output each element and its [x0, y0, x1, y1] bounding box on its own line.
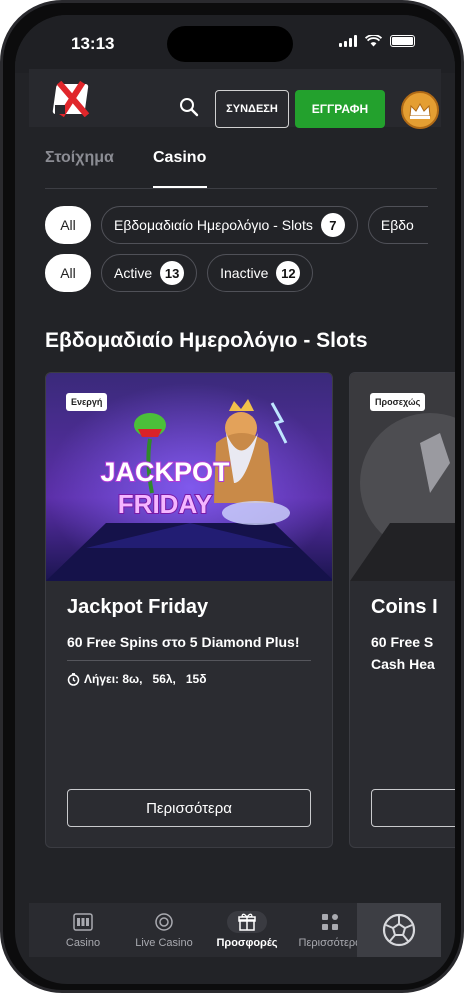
app-header: ΣΥΝΔΕΣΗ ΕΓΓΡΑΦΗ: [29, 69, 441, 129]
search-icon[interactable]: [179, 97, 199, 117]
chip-label: Εβδο: [380, 217, 414, 233]
card-description-line: 60 Free S: [371, 634, 434, 650]
chip-count: 7: [320, 213, 345, 237]
tab-sports[interactable]: Στοίχημα: [45, 149, 114, 167]
dynamic-island: [167, 26, 293, 62]
nav-label: Προσφορές: [216, 937, 278, 949]
status-chip-active[interactable]: Active 13: [101, 254, 198, 292]
status-badge: Ενεργή: [66, 393, 108, 411]
timer-icon: [67, 672, 80, 686]
card-description: 60 Free S Cash Hea: [371, 631, 455, 675]
expiry-row: Λήγει: 8ω, 56λ, 15δ: [67, 672, 207, 686]
grid-icon: [320, 911, 340, 933]
card-description: 60 Free Spins στο 5 Diamond Plus!: [67, 634, 300, 650]
status-chip-inactive[interactable]: Inactive 12: [207, 254, 314, 292]
login-button[interactable]: ΣΥΝΔΕΣΗ: [215, 90, 289, 128]
more-button[interactable]: [371, 789, 455, 827]
card-description-line: Cash Hea: [371, 656, 435, 672]
nav-label: Live Casino: [135, 937, 193, 949]
signal-icon: [339, 35, 357, 47]
section-title: Εβδομαδιαίο Ημερολόγιο - Slots: [45, 329, 368, 352]
brand-logo[interactable]: [51, 80, 93, 118]
slot-machine-icon: [72, 911, 94, 933]
gift-icon: [227, 911, 267, 933]
bottom-navigation: Casino Live Casino Προσφορές Περισσότερα: [29, 903, 441, 957]
sports-shortcut[interactable]: [357, 903, 441, 957]
tab-casino[interactable]: Casino: [153, 149, 206, 167]
category-chip-all[interactable]: All: [45, 206, 91, 244]
chip-label: Εβδομαδιαίο Ημερολόγιο - Slots: [114, 217, 313, 233]
app-screen: 13:13 ΣΥΝΔΕΣΗ ΕΓΓΡΑΦΗ Στοίχημα Casino Al…: [15, 15, 455, 984]
category-chip-weekly-slots[interactable]: Εβδομαδιαίο Ημερολόγιο - Slots 7: [101, 206, 358, 244]
chip-icon: [154, 911, 174, 933]
register-button[interactable]: ΕΓΓΡΑΦΗ: [295, 90, 385, 128]
card-title: Coins I: [371, 596, 438, 618]
nav-casino[interactable]: Casino: [43, 903, 123, 957]
avatar[interactable]: [401, 91, 439, 129]
more-button[interactable]: Περισσότερα: [67, 789, 311, 827]
category-filter-row: All Εβδομαδιαίο Ημερολόγιο - Slots 7 Εβδ…: [45, 206, 428, 244]
status-filter-row: All Active 13 Inactive 12: [45, 254, 314, 292]
battery-icon: [390, 35, 415, 47]
active-tab-indicator: [153, 186, 207, 188]
crown-icon: [409, 102, 431, 119]
banner-text-friday: FRIDAY: [118, 489, 212, 519]
wifi-icon: [365, 35, 382, 47]
status-badge: Προσεχώς: [370, 393, 426, 411]
status-time: 13:13: [71, 34, 115, 53]
promo-card[interactable]: JACKPOT FRIDAY Ενεργή Jackpot Friday 60 …: [45, 372, 333, 848]
nav-label: Casino: [65, 937, 101, 949]
nav-label: Περισσότερα: [298, 937, 362, 949]
product-tabs: Στοίχημα Casino: [45, 145, 437, 189]
card-title: Jackpot Friday: [67, 596, 209, 618]
status-chip-all[interactable]: All: [45, 254, 91, 292]
category-chip-more[interactable]: Εβδο: [367, 206, 428, 244]
nav-promotions[interactable]: Προσφορές: [207, 903, 287, 957]
card-divider: [67, 660, 311, 661]
promo-card[interactable]: Προσεχώς Coins I 60 Free S Cash Hea: [349, 372, 455, 848]
status-bar: 13:13: [15, 15, 455, 73]
chip-count: 13: [160, 261, 185, 285]
chip-count: 12: [276, 261, 301, 285]
soccer-ball-icon: [382, 913, 416, 947]
phone-frame: 13:13 ΣΥΝΔΕΣΗ ΕΓΓΡΑΦΗ Στοίχημα Casino Al…: [0, 0, 464, 993]
banner-text-jackpot: JACKPOT: [100, 457, 230, 487]
status-icons: [339, 35, 415, 47]
nav-live-casino[interactable]: Live Casino: [124, 903, 204, 957]
chip-label: Active: [114, 265, 153, 281]
expiry-text: Λήγει: 8ω, 56λ, 15δ: [84, 672, 207, 686]
chip-label: Inactive: [220, 265, 269, 281]
